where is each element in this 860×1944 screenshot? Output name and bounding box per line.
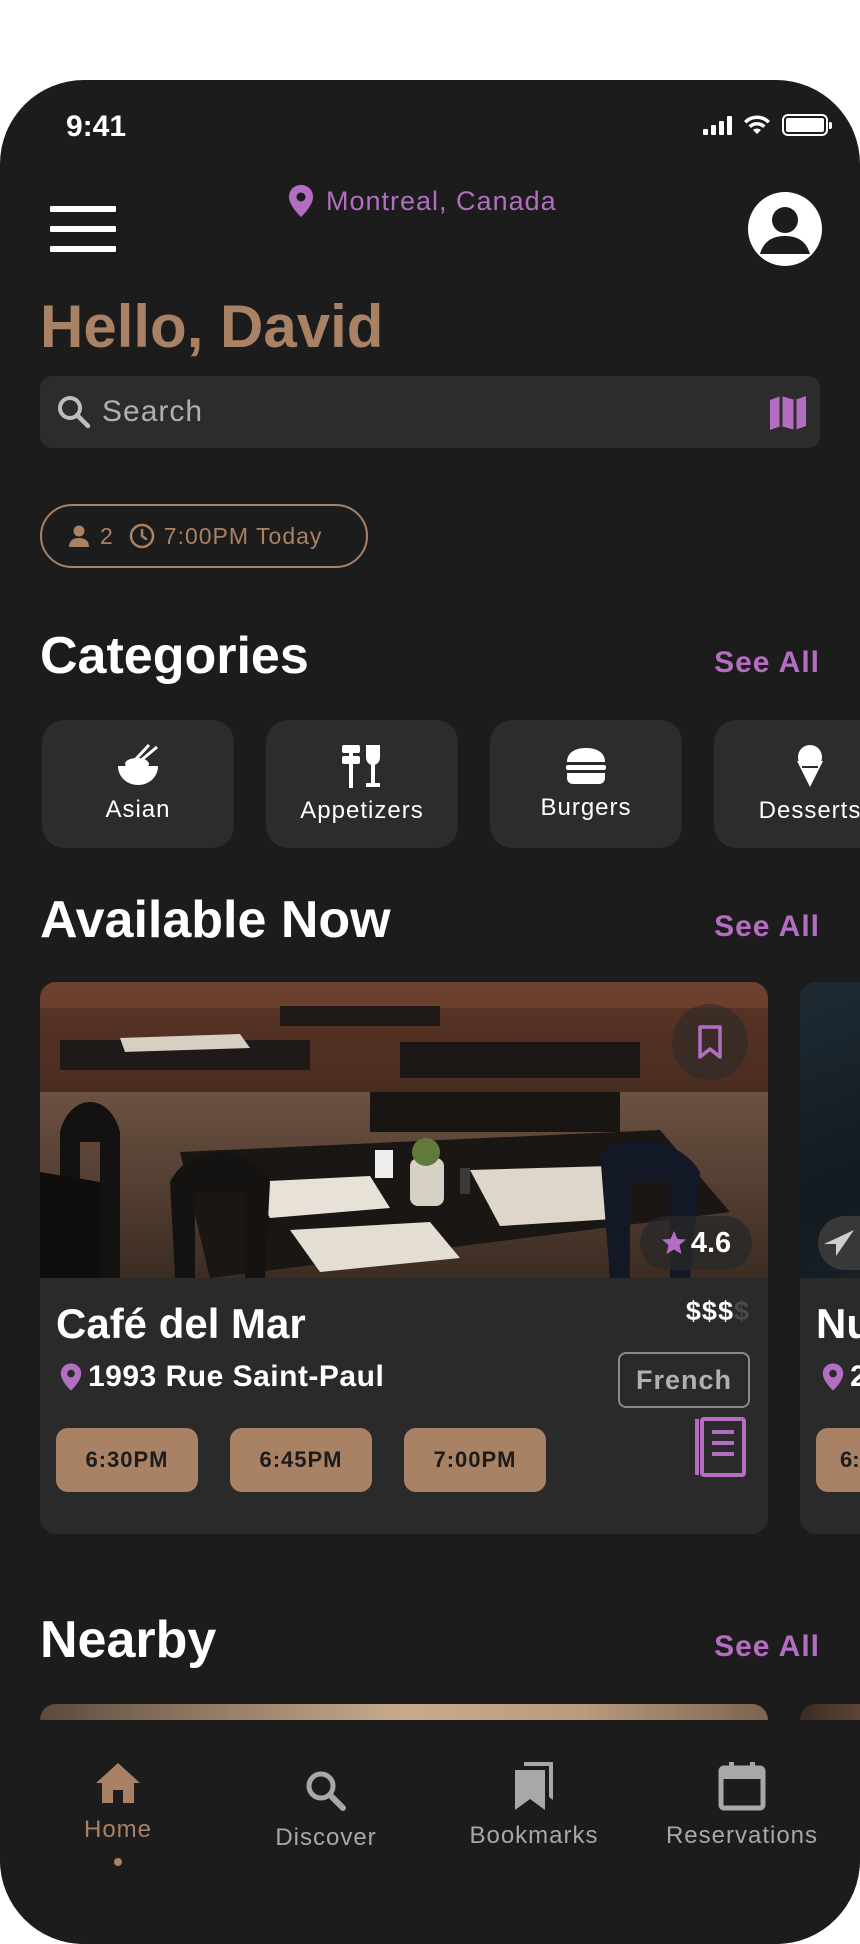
home-icon — [96, 1763, 140, 1803]
user-avatar-icon — [760, 207, 810, 254]
menu-book-icon[interactable] — [694, 1416, 748, 1478]
person-icon — [69, 525, 89, 547]
location-pin-icon — [822, 1363, 844, 1391]
star-icon — [661, 1231, 686, 1254]
price-active: $$$ — [685, 1296, 734, 1326]
navigation-icon — [824, 1230, 854, 1256]
rating-value: 4.6 — [690, 1226, 732, 1259]
profile-button[interactable] — [748, 192, 822, 266]
location-pin-icon — [289, 185, 313, 217]
address-text: 1993 Rue Saint-Paul — [88, 1360, 385, 1393]
time-slot-button[interactable]: 6:30PM — [56, 1428, 198, 1492]
tab-bookmarks[interactable]: Bookmarks — [434, 1760, 634, 1850]
nearby-title: Nearby — [40, 1611, 217, 1669]
tab-label: Home — [83, 1816, 153, 1843]
rice-bowl-icon — [118, 744, 158, 785]
category-label: Asian — [105, 796, 171, 823]
ice-cream-icon — [797, 745, 823, 787]
location-selector[interactable]: Montreal, Canada — [288, 184, 557, 218]
menu-button[interactable] — [50, 206, 116, 252]
restaurant-card-next[interactable]: Nu 2 6: — [800, 982, 860, 1534]
available-now-title: Available Now — [40, 891, 391, 949]
clock-icon — [129, 523, 155, 549]
restaurant-card[interactable]: 4.6 Café del Mar $$$$ 1993 Rue Saint-Pau… — [40, 982, 768, 1534]
price-inactive: $ — [733, 1296, 750, 1326]
restaurant-name: Café del Mar — [56, 1300, 306, 1347]
category-asian[interactable]: Asian — [42, 720, 234, 848]
active-tab-indicator — [114, 1858, 122, 1866]
map-icon[interactable] — [766, 390, 810, 434]
cuisine-tag: French — [618, 1352, 750, 1408]
calendar-icon — [718, 1762, 766, 1811]
reservation-time: 7:00PM Today — [163, 522, 323, 549]
categories-see-all-link[interactable]: See All — [714, 646, 820, 680]
category-appetizers[interactable]: Appetizers — [266, 720, 458, 848]
address-text: 2 — [850, 1360, 860, 1393]
category-desserts[interactable]: Desserts — [714, 720, 860, 848]
location-pin-icon — [60, 1363, 82, 1391]
category-label: Appetizers — [300, 797, 424, 824]
rating-badge: 4.6 — [640, 1216, 752, 1270]
appetizers-icon — [342, 745, 380, 788]
categories-title: Categories — [40, 627, 309, 685]
time-slot-button[interactable]: 7:00PM — [404, 1428, 546, 1492]
tab-label: Discover — [275, 1824, 377, 1851]
status-time: 9:41 — [66, 110, 127, 143]
restaurant-address: 2 — [822, 1360, 860, 1394]
distance-badge — [818, 1216, 860, 1270]
category-label: Burgers — [540, 794, 632, 821]
signal-icon — [703, 115, 732, 135]
time-slot-button[interactable]: 6: — [816, 1428, 860, 1492]
bookmark-icon — [698, 1025, 722, 1059]
category-burgers[interactable]: Burgers — [490, 720, 682, 848]
search-icon — [58, 396, 91, 429]
search-icon — [306, 1771, 346, 1811]
bookmarks-icon — [515, 1762, 553, 1810]
bookmark-button[interactable] — [672, 1004, 748, 1080]
wifi-icon — [744, 115, 770, 134]
category-label: Desserts — [758, 797, 860, 824]
search-bar — [40, 376, 820, 448]
tab-label: Bookmarks — [469, 1822, 599, 1849]
guest-count: 2 — [100, 522, 114, 549]
restaurant-address: 1993 Rue Saint-Paul — [60, 1360, 384, 1394]
categories-list: Asian Appetizers Burgers Desserts — [42, 720, 860, 848]
bottom-tab-bar: Home Discover Bookmarks Reservations — [0, 1720, 860, 1944]
battery-icon — [782, 114, 832, 136]
greeting-title: Hello, David — [40, 293, 384, 360]
nearby-see-all-link[interactable]: See All — [714, 1630, 820, 1664]
phone-screen: 9:41 Montreal, Canada Hello, David Searc… — [0, 80, 860, 1944]
status-icons — [703, 114, 832, 136]
available-now-see-all-link[interactable]: See All — [714, 910, 820, 944]
party-time-selector[interactable]: 2 7:00PM Today — [40, 504, 368, 568]
tab-discover[interactable]: Discover — [226, 1760, 426, 1852]
tab-label: Reservations — [665, 1822, 819, 1849]
tab-reservations[interactable]: Reservations — [642, 1760, 842, 1850]
tab-home[interactable]: Home — [18, 1760, 218, 1866]
price-level: $$$$ — [686, 1296, 750, 1327]
burger-icon — [566, 748, 606, 784]
time-slots: 6:30PM 6:45PM 7:00PM — [56, 1428, 546, 1492]
restaurant-name: Nu — [816, 1300, 860, 1347]
time-slot-button[interactable]: 6:45PM — [230, 1428, 372, 1492]
search-input[interactable] — [102, 395, 766, 429]
location-label: Montreal, Canada — [326, 185, 557, 216]
